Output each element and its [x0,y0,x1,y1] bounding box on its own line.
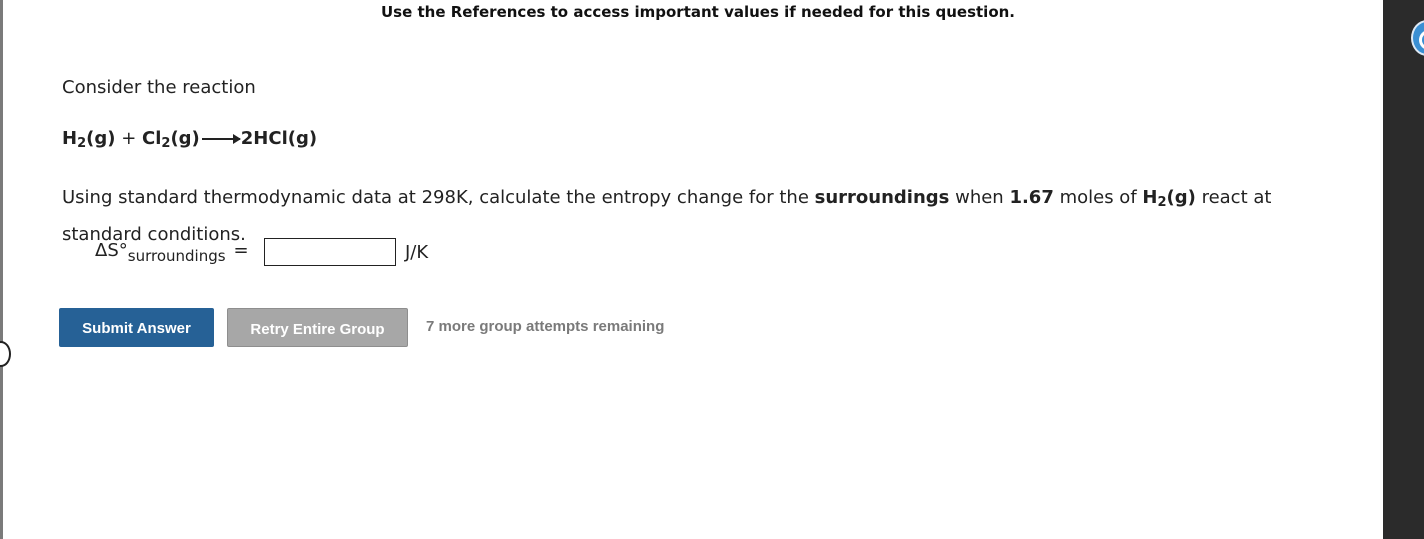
collapse-panel-handle[interactable] [0,341,11,367]
product: 2HCl(g) [240,128,318,149]
answer-unit: J/K [405,242,429,263]
prompt-text-2: when [949,187,1010,208]
reactant-1: H [62,128,78,149]
submit-answer-button[interactable]: Submit Answer [59,308,214,347]
reactant-1-subscript: 2 [77,136,87,151]
reaction-arrow-icon [201,134,241,144]
references-note: Use the References to access important v… [381,3,1015,21]
reactant-2-state: (g) [170,128,200,149]
equals-sign: = [233,240,249,261]
prompt-text-1: Using standard thermodynamic data at 298… [62,187,815,208]
retry-entire-group-button[interactable]: Retry Entire Group [227,308,408,347]
prompt-species: H2(g) [1142,187,1196,210]
prompt-text-3: moles of [1053,187,1143,208]
left-window-edge [0,0,3,539]
prompt-emphasis-surroundings: surroundings [814,187,950,208]
answer-label-subscript: surroundings [127,247,226,265]
right-side-panel [1383,0,1424,539]
prompt-species-state: (g) [1166,187,1196,208]
prompt-species-symbol: H [1142,187,1158,208]
plus-sign: + [115,128,142,149]
attempts-remaining-text: 7 more group attempts remaining [426,318,665,335]
prompt-species-subscript: 2 [1157,195,1167,210]
answer-label-main: ΔS° [95,240,128,261]
question-intro: Consider the reaction [62,77,256,98]
reaction-equation: H2(g) + Cl2(g) 2HCl(g) [62,128,317,151]
answer-label: ΔS°surroundings = [95,240,255,270]
entropy-answer-input[interactable] [264,238,396,266]
prompt-amount: 1.67 [1009,187,1054,208]
reactant-2: Cl [142,128,162,149]
question-prompt: Using standard thermodynamic data at 298… [62,182,1352,251]
reactant-1-state: (g) [86,128,116,149]
